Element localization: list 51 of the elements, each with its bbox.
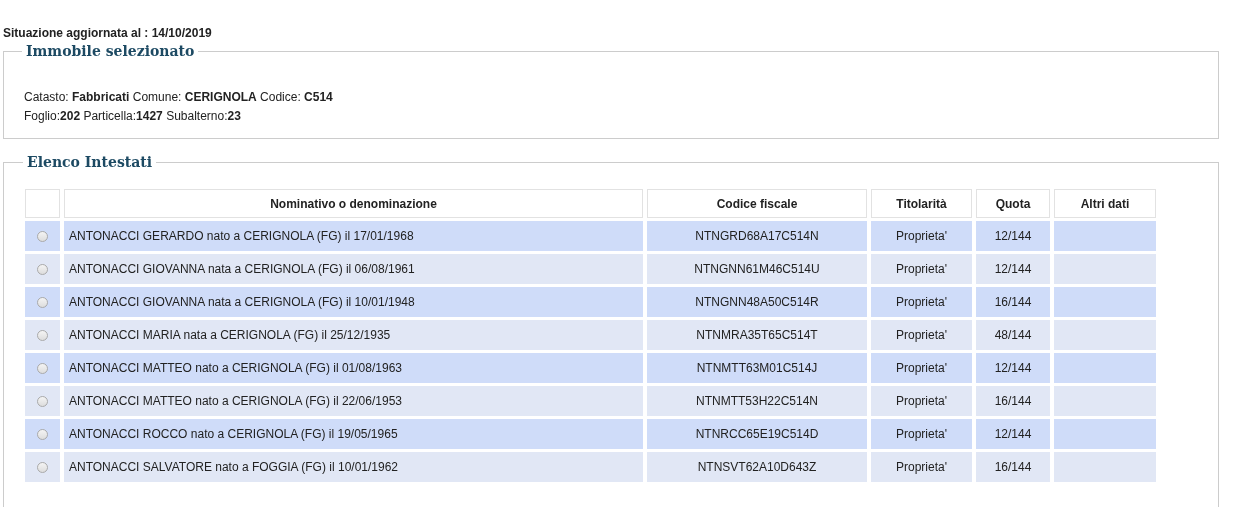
- table-cell: NTNSVT62A10D643Z: [647, 452, 867, 482]
- property-details: Foglio:202 Particella:1427 Subalterno:23: [24, 108, 242, 125]
- table-cell: NTNGNN61M46C514U: [647, 254, 867, 284]
- table-cell: ANTONACCI GERARDO nato a CERIGNOLA (FG) il 17/01/1968: [64, 221, 643, 251]
- property-details: Catasto: Fabbricati Comune: CERIGNOLA Codice: C514: [24, 89, 334, 106]
- column-header: Quota: [976, 189, 1050, 218]
- column-header: Nominativo o denominazione: [64, 189, 643, 218]
- table-cell: NTNRCC65E19C514D: [647, 419, 867, 449]
- radio-button[interactable]: [37, 363, 48, 375]
- table-cell: 12/144: [976, 419, 1050, 449]
- table-cell: ANTONACCI ROCCO nato a CERIGNOLA (FG) il 19/05/1965: [64, 419, 643, 449]
- table-cell: Proprieta': [871, 452, 972, 482]
- table-cell: Proprieta': [871, 287, 972, 317]
- update-date-text: Situazione aggiornata al : 14/10/2019: [3, 25, 213, 40]
- column-header: Altri dati: [1054, 189, 1156, 218]
- column-header: Codice fiscale: [647, 189, 867, 218]
- radio-button[interactable]: [37, 396, 48, 408]
- table-cell: Proprieta': [871, 221, 972, 251]
- table-cell: Proprieta': [871, 353, 972, 383]
- header-cell: [25, 189, 60, 218]
- table-cell: Proprieta': [871, 419, 972, 449]
- table-cell: ANTONACCI MATTEO nato a CERIGNOLA (FG) il 01/08/1963: [64, 353, 643, 383]
- radio-button[interactable]: [37, 462, 48, 474]
- panel-title: Elenco Intestati: [26, 154, 154, 170]
- table-cell: Proprieta': [871, 254, 972, 284]
- table-cell: NTNGNN48A50C514R: [647, 287, 867, 317]
- table-cell: NTNMTT53H22C514N: [647, 386, 867, 416]
- table-cell: NTNMTT63M01C514J: [647, 353, 867, 383]
- table-cell: 12/144: [976, 254, 1050, 284]
- table-cell: NTNGRD68A17C514N: [647, 221, 867, 251]
- table-cell: 12/144: [976, 221, 1050, 251]
- radio-button[interactable]: [37, 330, 48, 342]
- table-cell: ANTONACCI SALVATORE nato a FOGGIA (FG) il 10/01/1962: [64, 452, 643, 482]
- radio-button[interactable]: [37, 231, 48, 243]
- radio-button[interactable]: [37, 429, 48, 441]
- table-cell: 12/144: [976, 353, 1050, 383]
- table-cell: 16/144: [976, 287, 1050, 317]
- radio-button[interactable]: [37, 297, 48, 309]
- table-cell: 48/144: [976, 320, 1050, 350]
- table-cell: Proprieta': [871, 386, 972, 416]
- panel-title: Immobile selezionato: [25, 43, 196, 59]
- table-cell: ANTONACCI GIOVANNA nata a CERIGNOLA (FG) il 06/08/1961: [64, 254, 643, 284]
- table-cell: ANTONACCI MATTEO nato a CERIGNOLA (FG) il 22/06/1953: [64, 386, 643, 416]
- column-header: Titolarità: [871, 189, 972, 218]
- table-cell: NTNMRA35T65C514T: [647, 320, 867, 350]
- radio-button[interactable]: [37, 264, 48, 276]
- table-cell: ANTONACCI GIOVANNA nata a CERIGNOLA (FG) il 10/01/1948: [64, 287, 643, 317]
- table-cell: Proprieta': [871, 320, 972, 350]
- table-cell: ANTONACCI MARIA nata a CERIGNOLA (FG) il 25/12/1935: [64, 320, 643, 350]
- table-cell: 16/144: [976, 452, 1050, 482]
- table-cell: 16/144: [976, 386, 1050, 416]
